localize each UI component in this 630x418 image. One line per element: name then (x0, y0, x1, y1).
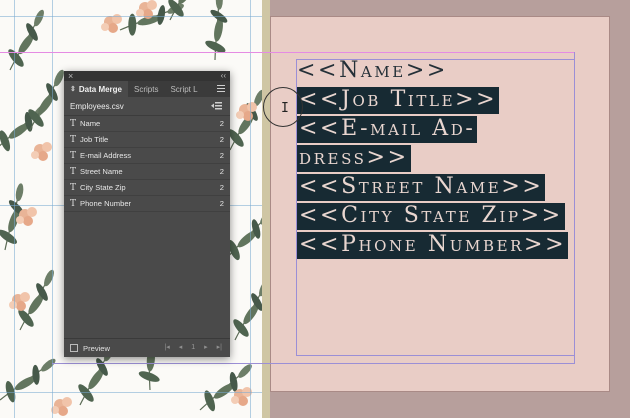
panel-titlebar[interactable]: × ‹‹ (64, 71, 230, 81)
tab-data-merge[interactable]: ⇕ Data Merge (64, 81, 128, 97)
field-row-job-title[interactable]: T Job Title 2 (64, 132, 230, 148)
guide-line (0, 392, 268, 393)
text-frame[interactable]: <<Name>> <<Job Title>> <<E-mail Ad- dres… (297, 56, 577, 259)
guide-line (14, 0, 15, 418)
first-record-icon[interactable]: |◂ (164, 343, 169, 351)
field-row-phone-number[interactable]: T Phone Number 2 (64, 196, 230, 212)
field-row-city-state-zip[interactable]: T City State Zip 2 (64, 180, 230, 196)
text-field-icon: T (70, 134, 77, 145)
placeholder-phone-number[interactable]: <<Phone Number>> (297, 230, 577, 259)
panel-menu-icon[interactable] (217, 85, 225, 92)
data-source-row: Employees.csv (64, 97, 230, 116)
text-field-icon: T (70, 150, 77, 161)
previous-record-icon[interactable]: ◂ (179, 343, 183, 351)
tab-scripts[interactable]: Scripts (128, 81, 164, 97)
placeholder-name[interactable]: <<Name>> (297, 56, 577, 85)
ibeam-cursor-icon: I (281, 101, 289, 116)
panel-tabs: ⇕ Data Merge Scripts Script L (64, 81, 230, 97)
field-row-name[interactable]: T Name 2 (64, 116, 230, 132)
field-row-email-address[interactable]: T E-mail Address 2 (64, 148, 230, 164)
field-row-street-name[interactable]: T Street Name 2 (64, 164, 230, 180)
close-icon[interactable]: × (68, 71, 73, 81)
preview-label: Preview (83, 343, 111, 353)
last-record-icon[interactable]: ▸| (217, 343, 222, 351)
text-field-icon: T (70, 198, 77, 209)
collapse-icon[interactable]: ‹‹ (221, 71, 226, 81)
placeholder-email-line1[interactable]: <<E-mail Ad- (297, 114, 577, 143)
data-merge-panel[interactable]: × ‹‹ ⇕ Data Merge Scripts Script L Emplo… (64, 71, 230, 357)
text-field-icon: T (70, 182, 77, 193)
select-data-source-icon[interactable] (211, 101, 223, 110)
data-source-filename: Employees.csv (70, 101, 124, 111)
record-number[interactable]: 1 (191, 344, 195, 351)
placeholder-street-name[interactable]: <<Street Name>> (297, 172, 577, 201)
chevron-updown-icon: ⇕ (70, 86, 76, 93)
placeholder-city-state-zip[interactable]: <<City State Zip>> (297, 201, 577, 230)
placeholder-job-title[interactable]: <<Job Title>> (297, 85, 577, 114)
preview-checkbox[interactable] (70, 344, 78, 352)
next-record-icon[interactable]: ▸ (204, 343, 208, 351)
placeholder-email-line2[interactable]: dress>> (297, 143, 577, 172)
tab-script-label[interactable]: Script L (164, 81, 203, 97)
guide-line (0, 16, 268, 17)
text-field-icon: T (70, 118, 77, 129)
text-field-icon: T (70, 166, 77, 177)
panel-footer: Preview |◂ ◂ 1 ▸ ▸| (64, 338, 230, 357)
record-navigation: |◂ ◂ 1 ▸ ▸| (164, 343, 222, 352)
